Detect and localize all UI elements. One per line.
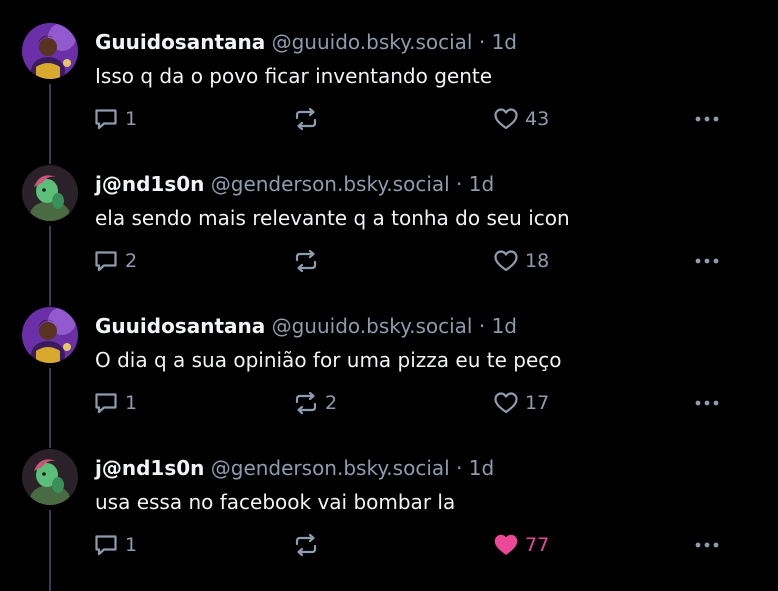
display-name[interactable]: Guuidosantana	[95, 30, 265, 54]
reply-icon	[95, 251, 117, 272]
timestamp[interactable]: 1d	[492, 30, 517, 54]
repost-button[interactable]	[293, 105, 325, 133]
reply-count: 1	[125, 108, 138, 130]
handle[interactable]: @guuido.bsky.social	[272, 314, 473, 338]
timestamp[interactable]: 1d	[469, 172, 494, 196]
display-name[interactable]: j@nd1s0n	[95, 456, 204, 480]
like-button[interactable]: 18	[493, 247, 549, 275]
more-dots-icon	[695, 258, 719, 264]
separator: ·	[478, 30, 486, 54]
heart-icon	[494, 392, 518, 414]
avatar-purple-portrait-icon	[22, 23, 78, 79]
more-options-button[interactable]	[692, 389, 722, 417]
avatar[interactable]	[22, 165, 78, 221]
avatar-purple-portrait-icon	[22, 307, 78, 363]
like-button-active[interactable]: 77	[493, 531, 549, 559]
repost-icon	[295, 533, 317, 557]
post-text: ela sendo mais relevante q a tonha do se…	[95, 206, 570, 230]
thread: Guuidosantana @guuido.bsky.social · 1d I…	[0, 0, 778, 591]
timestamp[interactable]: 1d	[469, 456, 494, 480]
avatar[interactable]	[22, 449, 78, 505]
reply-icon	[95, 109, 117, 130]
reply-button[interactable]: 2	[93, 247, 137, 275]
repost-button[interactable]: 2	[293, 389, 337, 417]
like-count: 77	[525, 534, 550, 556]
repost-icon	[295, 249, 317, 273]
post-header: Guuidosantana @guuido.bsky.social · 1d	[95, 29, 517, 55]
more-options-button[interactable]	[692, 531, 722, 559]
post[interactable]: Guuidosantana @guuido.bsky.social · 1d O…	[0, 284, 778, 426]
post[interactable]: j@nd1s0n @genderson.bsky.social · 1d usa…	[0, 426, 778, 568]
like-count: 43	[525, 108, 550, 130]
handle[interactable]: @genderson.bsky.social	[211, 456, 450, 480]
more-options-button[interactable]	[692, 247, 722, 275]
separator: ·	[456, 456, 463, 480]
display-name[interactable]: Guuidosantana	[95, 314, 265, 338]
more-dots-icon	[695, 400, 719, 406]
reply-icon	[95, 393, 117, 414]
reply-count: 1	[125, 392, 138, 414]
post[interactable]: j@nd1s0n @genderson.bsky.social · 1d ela…	[0, 142, 778, 284]
post[interactable]: Guuidosantana @guuido.bsky.social · 1d I…	[0, 0, 778, 142]
handle[interactable]: @guuido.bsky.social	[272, 30, 473, 54]
post-text: O dia q a sua opinião for uma pizza eu t…	[95, 348, 562, 372]
repost-icon	[295, 391, 317, 415]
reply-button[interactable]: 1	[93, 105, 137, 133]
avatar-green-figure-icon	[22, 165, 78, 221]
avatar[interactable]	[22, 23, 78, 79]
handle[interactable]: @genderson.bsky.social	[211, 172, 450, 196]
more-dots-icon	[695, 542, 719, 548]
more-options-button[interactable]	[692, 105, 722, 133]
reply-button[interactable]: 1	[93, 389, 137, 417]
reply-button[interactable]: 1	[93, 531, 137, 559]
heart-icon	[494, 108, 518, 130]
post-header: j@nd1s0n @genderson.bsky.social · 1d	[95, 171, 494, 197]
avatar-green-figure-icon	[22, 449, 78, 505]
heart-icon	[494, 250, 518, 272]
timestamp[interactable]: 1d	[492, 314, 517, 338]
like-button[interactable]: 43	[493, 105, 549, 133]
reply-count: 1	[125, 534, 138, 556]
reply-count: 2	[125, 250, 138, 272]
reply-icon	[95, 535, 117, 556]
display-name[interactable]: j@nd1s0n	[95, 172, 204, 196]
more-dots-icon	[695, 116, 719, 122]
like-count: 17	[525, 392, 550, 414]
post-text: Isso q da o povo ficar inventando gente	[95, 64, 493, 88]
avatar[interactable]	[22, 307, 78, 363]
post-text: usa essa no facebook vai bombar la	[95, 490, 456, 514]
post-header: Guuidosantana @guuido.bsky.social · 1d	[95, 313, 517, 339]
repost-icon	[295, 107, 317, 131]
repost-count: 2	[325, 392, 338, 414]
separator: ·	[478, 314, 486, 338]
repost-button[interactable]	[293, 247, 325, 275]
like-button[interactable]: 17	[493, 389, 549, 417]
like-count: 18	[525, 250, 550, 272]
post-header: j@nd1s0n @genderson.bsky.social · 1d	[95, 455, 494, 481]
repost-button[interactable]	[293, 531, 325, 559]
separator: ·	[456, 172, 463, 196]
heart-filled-icon	[494, 534, 518, 555]
